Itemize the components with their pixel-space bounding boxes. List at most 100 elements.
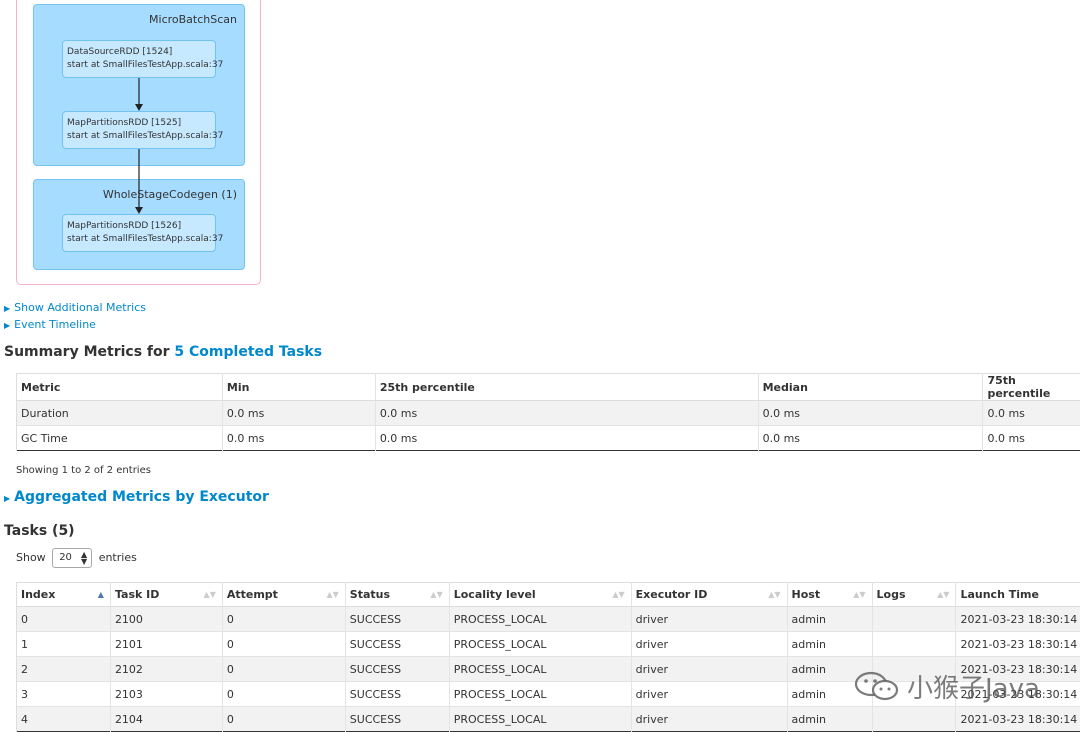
column-label: Attempt [227, 588, 278, 601]
table-cell: 1 [17, 632, 111, 657]
page-length-value: 20 [59, 552, 72, 563]
tasks-heading: Tasks (5) [4, 523, 75, 539]
table-cell: 0 [222, 682, 345, 707]
sort-both-icon: ▲▼ [204, 590, 216, 599]
table-cell: 2103 [110, 682, 222, 707]
column-header-logs[interactable]: Logs ▲▼ [872, 583, 956, 607]
table-cell: admin [787, 632, 872, 657]
table-row: GC Time 0.0 ms 0.0 ms 0.0 ms 0.0 ms [17, 426, 1080, 451]
table-cell: SUCCESS [345, 632, 449, 657]
table-cell: 2104 [110, 707, 222, 732]
table-cell: 2 [17, 657, 111, 682]
table-cell: SUCCESS [345, 657, 449, 682]
event-timeline-toggle[interactable]: ▶ Event Timeline [4, 318, 96, 331]
page-length-select[interactable]: 20 ▲▼ [52, 548, 92, 568]
table-cell: 0.0 ms [983, 426, 1080, 451]
column-label: Locality level [454, 588, 536, 601]
sort-both-icon: ▲▼ [937, 590, 949, 599]
page-length-control: Show 20 ▲▼ entries [16, 548, 137, 568]
table-cell: SUCCESS [345, 707, 449, 732]
table-cell: 4 [17, 707, 111, 732]
column-label: Launch Time [960, 588, 1038, 601]
table-cell: driver [631, 632, 787, 657]
wechat-logo-icon [853, 670, 901, 702]
sort-both-icon: ▲▼ [612, 590, 624, 599]
table-cell: PROCESS_LOCAL [449, 632, 631, 657]
table-cell: PROCESS_LOCAL [449, 607, 631, 632]
table-cell: driver [631, 707, 787, 732]
column-header-host[interactable]: Host▲▼ [787, 583, 872, 607]
tasks-table: Index▲ Task ID ▲▼ Attempt ▲▼ Status ▲▼ Loca… [16, 582, 1080, 732]
table-cell: 0 [17, 607, 111, 632]
show-additional-metrics-toggle[interactable]: ▶ Show Additional Metrics [4, 301, 146, 314]
column-label: Host [792, 588, 821, 601]
column-label: Logs [877, 588, 906, 601]
table-cell: PROCESS_LOCAL [449, 657, 631, 682]
table-row: 421040SUCCESSPROCESS_LOCALdriveradmin 202… [17, 707, 1080, 732]
table-cell [872, 607, 956, 632]
table-cell [872, 707, 956, 732]
entries-label: entries [99, 551, 137, 564]
column-header[interactable]: Min [222, 374, 375, 401]
table-cell: 2021-03-23 18:30:14 [956, 632, 1080, 657]
caret-right-icon: ▶ [4, 304, 10, 313]
summary-table-info: Showing 1 to 2 of 2 entries [16, 465, 151, 476]
table-cell: 0.0 ms [375, 426, 758, 451]
table-cell: driver [631, 682, 787, 707]
show-additional-metrics-link[interactable]: Show Additional Metrics [14, 301, 146, 314]
column-header[interactable]: 25th percentile [375, 374, 758, 401]
table-cell: 2021-03-23 18:30:14 [956, 707, 1080, 732]
column-header-locality[interactable]: Locality level ▲▼ [449, 583, 631, 607]
arrow-head-icon [135, 104, 143, 111]
table-cell: 0.0 ms [222, 426, 375, 451]
table-row: 021000SUCCESSPROCESS_LOCALdriveradmin202… [17, 607, 1080, 632]
column-header[interactable]: Median [758, 374, 983, 401]
sort-both-icon: ▲▼ [326, 590, 338, 599]
column-header-task-id[interactable]: Task ID ▲▼ [110, 583, 222, 607]
column-header-attempt[interactable]: Attempt ▲▼ [222, 583, 345, 607]
completed-tasks-link[interactable]: 5 Completed Tasks [174, 344, 322, 360]
table-cell: 2021-03-23 18:30:14 [956, 607, 1080, 632]
aggregated-metrics-link[interactable]: Aggregated Metrics by Executor [14, 489, 269, 505]
column-label: Status [350, 588, 390, 601]
column-header-launch-time[interactable]: Launch Time [956, 583, 1080, 607]
column-label: Task ID [115, 588, 159, 601]
column-header[interactable]: 75th percentile [983, 374, 1080, 401]
table-cell: 0 [222, 632, 345, 657]
column-header-index[interactable]: Index▲ [17, 583, 111, 607]
table-cell: driver [631, 657, 787, 682]
table-cell: 0.0 ms [983, 401, 1080, 426]
arrow-head-icon [135, 207, 143, 214]
table-cell: 2101 [110, 632, 222, 657]
column-header[interactable]: Metric [17, 374, 223, 401]
caret-right-icon: ▶ [4, 494, 10, 503]
show-label: Show [16, 551, 46, 564]
table-cell: 0.0 ms [758, 401, 983, 426]
caret-right-icon: ▶ [4, 321, 10, 330]
table-cell: 0 [222, 607, 345, 632]
summary-metrics-table: Metric Min 25th percentile Median 75th p… [16, 373, 1080, 451]
table-cell: SUCCESS [345, 607, 449, 632]
table-row: 121010SUCCESSPROCESS_LOCALdriveradmin 202… [17, 632, 1080, 657]
table-cell: Duration [17, 401, 223, 426]
table-cell: PROCESS_LOCAL [449, 707, 631, 732]
watermark-text: 小猴子Java [907, 668, 1040, 705]
table-cell: 0.0 ms [222, 401, 375, 426]
column-label: Executor ID [636, 588, 708, 601]
aggregated-metrics-toggle[interactable]: ▶ Aggregated Metrics by Executor [4, 489, 269, 505]
table-cell: 0 [222, 707, 345, 732]
dag-edges [0, 0, 300, 300]
event-timeline-link[interactable]: Event Timeline [14, 318, 96, 331]
table-cell: 2100 [110, 607, 222, 632]
sort-asc-icon: ▲ [98, 590, 104, 599]
table-cell: 2102 [110, 657, 222, 682]
table-cell: PROCESS_LOCAL [449, 682, 631, 707]
sort-both-icon: ▲▼ [430, 590, 442, 599]
table-cell: admin [787, 707, 872, 732]
table-cell: admin [787, 607, 872, 632]
spinner-arrows-icon: ▲▼ [81, 551, 87, 565]
column-header-executor-id[interactable]: Executor ID▲▼ [631, 583, 787, 607]
table-cell: GC Time [17, 426, 223, 451]
summary-title-prefix: Summary Metrics for [4, 344, 174, 360]
column-header-status[interactable]: Status ▲▼ [345, 583, 449, 607]
